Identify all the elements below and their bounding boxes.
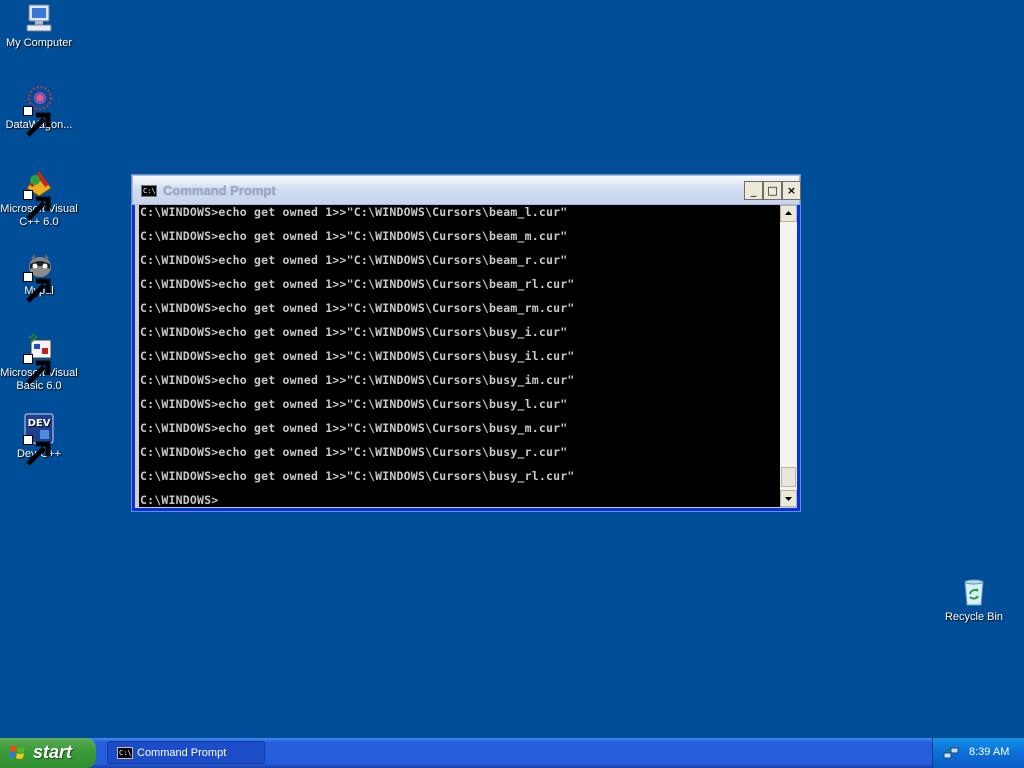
desktop-icon-label: Recycle Bin — [944, 611, 1004, 623]
console-line: C:\WINDOWS>echo get owned 1>>"C:\WINDOWS… — [140, 397, 568, 411]
console-icon: C:\ — [117, 747, 133, 759]
desktop-icon-visual-cpp[interactable]: Microsoft Visual C++ 6.0 — [0, 168, 78, 229]
datawagon-icon — [23, 84, 55, 137]
scroll-up-button[interactable] — [780, 205, 797, 222]
scroll-down-button[interactable] — [780, 490, 797, 507]
console-line: C:\WINDOWS>echo get owned 1>>"C:\WINDOWS… — [140, 325, 568, 339]
console-line: C:\WINDOWS>echo get owned 1>>"C:\WINDOWS… — [140, 421, 568, 435]
arrow-up-icon — [785, 211, 792, 215]
command-prompt-window[interactable]: C:\ Command Prompt _ □ × C:\WINDOWS>echo… — [132, 175, 801, 511]
desktop-icon-mypal[interactable]: Mypal — [0, 250, 78, 303]
dev-cpp-icon: DEV — [23, 413, 55, 466]
arrow-down-icon — [785, 497, 792, 501]
console-line: C:\WINDOWS>echo get owned 1>>"C:\WINDOWS… — [140, 469, 575, 483]
system-tray: 8:39 AM — [932, 738, 1024, 768]
maximize-button[interactable]: □ — [763, 181, 782, 200]
desktop-icon-visual-basic[interactable]: Microsoft Visual Basic 6.0 — [0, 332, 78, 393]
windows-logo-icon — [9, 746, 25, 759]
console-prompt-line: C:\WINDOWS> — [140, 493, 219, 507]
taskbar-item-command-prompt[interactable]: C:\ Command Prompt — [107, 741, 265, 764]
network-icon[interactable] — [943, 745, 959, 761]
console-output[interactable]: C:\WINDOWS>echo get owned 1>>"C:\WINDOWS… — [139, 205, 780, 507]
desktop-icon-recycle-bin[interactable]: Recycle Bin — [935, 576, 1013, 624]
window-titlebar[interactable]: C:\ Command Prompt _ □ × — [132, 175, 801, 205]
desktop-icon-dev-cpp[interactable]: DEV Dev-C++ — [0, 413, 78, 466]
shortcut-arrow-icon — [23, 435, 51, 466]
taskbar: start C:\ Command Prompt 8:39 AM — [0, 738, 1024, 768]
console-line: C:\WINDOWS>echo get owned 1>>"C:\WINDOWS… — [140, 277, 575, 291]
desktop-icon-datawagon[interactable]: DataWagon... — [0, 84, 78, 137]
svg-text:DEV: DEV — [28, 418, 51, 429]
my-computer-icon — [23, 2, 55, 34]
vertical-scrollbar[interactable] — [780, 205, 797, 507]
start-button[interactable]: start — [0, 738, 96, 768]
console-line: C:\WINDOWS>echo get owned 1>>"C:\WINDOWS… — [140, 349, 575, 363]
console-line: C:\WINDOWS>echo get owned 1>>"C:\WINDOWS… — [140, 373, 575, 387]
window-title: Command Prompt — [163, 183, 276, 198]
minimize-button[interactable]: _ — [744, 181, 763, 200]
desktop-icon-label: My Computer — [5, 37, 73, 49]
visual-basic-icon — [23, 332, 55, 385]
close-button[interactable]: × — [782, 181, 801, 200]
console-line: C:\WINDOWS>echo get owned 1>>"C:\WINDOWS… — [140, 229, 568, 243]
shortcut-arrow-icon — [23, 272, 51, 303]
console-line: C:\WINDOWS>echo get owned 1>>"C:\WINDOWS… — [140, 205, 568, 219]
shortcut-arrow-icon — [23, 190, 51, 221]
console-line: C:\WINDOWS>echo get owned 1>>"C:\WINDOWS… — [140, 301, 575, 315]
console-line: C:\WINDOWS>echo get owned 1>>"C:\WINDOWS… — [140, 445, 568, 459]
taskbar-item-label: Command Prompt — [137, 747, 227, 759]
desktop-icon-my-computer[interactable]: My Computer — [0, 2, 78, 50]
visual-cpp-icon — [23, 168, 55, 221]
clock[interactable]: 8:39 AM — [969, 746, 1009, 758]
recycle-bin-icon — [958, 576, 990, 608]
shortcut-arrow-icon — [23, 354, 51, 385]
console-icon: C:\ — [141, 185, 157, 197]
mypal-icon — [23, 250, 55, 303]
scroll-thumb[interactable] — [781, 467, 796, 487]
console-line: C:\WINDOWS>echo get owned 1>>"C:\WINDOWS… — [140, 253, 568, 267]
start-label: start — [33, 742, 73, 762]
shortcut-arrow-icon — [23, 106, 51, 137]
